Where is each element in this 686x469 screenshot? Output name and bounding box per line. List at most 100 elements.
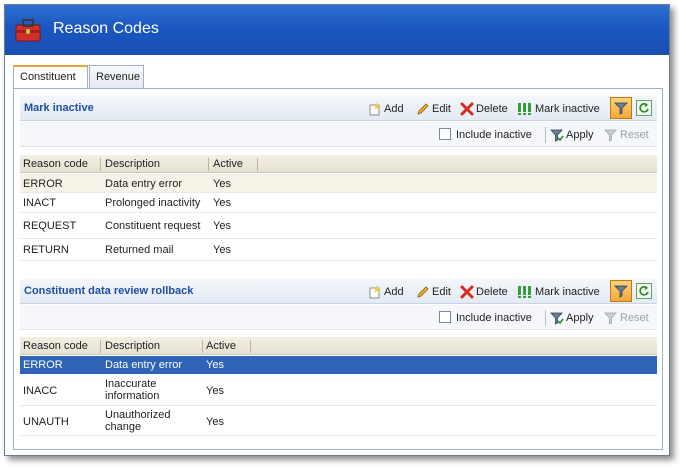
toolbar-separator — [545, 127, 546, 143]
delete-icon — [460, 102, 474, 115]
window-title: Reason Codes — [53, 20, 159, 37]
apply-button[interactable]: Apply — [550, 126, 594, 143]
delete-icon — [460, 285, 474, 298]
column-divider — [250, 340, 251, 353]
reset-button[interactable]: Reset — [604, 309, 649, 326]
refresh-button[interactable] — [636, 100, 652, 116]
table-row-selected[interactable]: ERROR Data entry error Yes — [20, 356, 657, 374]
table-row[interactable]: REQUEST Constituent request Yes — [20, 213, 657, 239]
filter-icon — [614, 285, 628, 298]
add-icon — [369, 101, 381, 115]
delete-button[interactable]: Delete — [460, 100, 508, 117]
apply-filter-icon — [550, 129, 564, 142]
cell-active: Yes — [213, 197, 231, 209]
cell-reason-code: INACT — [23, 197, 56, 209]
add-label: Add — [384, 285, 404, 298]
cell-description-line1: Inaccurate — [105, 378, 157, 390]
cell-description-line1: Unauthorized — [105, 409, 171, 421]
table-row[interactable]: UNAUTH Unauthorized change Yes — [20, 406, 657, 436]
edit-label: Edit — [432, 285, 451, 298]
table-row[interactable]: INACT Prolonged inactivity Yes — [20, 193, 657, 213]
cell-active: Yes — [213, 220, 231, 232]
edit-button[interactable]: Edit — [416, 283, 451, 300]
cell-reason-code: ERROR — [23, 359, 63, 371]
mark-inactive-button[interactable]: Mark inactive — [517, 283, 600, 300]
section-header: Constituent data review rollback Add Edi… — [20, 279, 657, 304]
cell-description: Constituent request — [105, 220, 201, 232]
cell-description-line2: change — [105, 421, 142, 433]
table-row[interactable]: RETURN Returned mail Yes — [20, 239, 657, 261]
mark-inactive-button[interactable]: Mark inactive — [517, 100, 600, 117]
apply-button[interactable]: Apply — [550, 309, 594, 326]
section-header: Mark inactive Add Edit Delete Mark inact… — [20, 96, 657, 121]
add-label: Add — [384, 102, 404, 115]
cell-description: Data entry error — [105, 359, 183, 371]
table-row[interactable]: INACC Inaccurate information Yes — [20, 374, 657, 406]
column-divider — [257, 158, 258, 171]
filter-icon — [614, 102, 628, 115]
filter-toggle-button[interactable] — [610, 280, 632, 302]
mark-inactive-icon — [518, 285, 531, 298]
cell-reason-code: ERROR — [23, 178, 63, 190]
apply-filter-icon — [550, 312, 564, 325]
cell-description: Prolonged inactivity — [105, 197, 201, 209]
cell-description: Data entry error — [105, 178, 183, 190]
grid-header: Reason code Description Active — [20, 155, 657, 173]
filter-toggle-button[interactable] — [610, 97, 632, 119]
reset-filter-icon — [604, 312, 617, 325]
add-button[interactable]: Add — [368, 100, 404, 117]
cell-active: Yes — [213, 244, 231, 256]
cell-reason-code: RETURN — [23, 244, 69, 256]
apply-label: Apply — [566, 311, 594, 324]
cell-reason-code: REQUEST — [23, 220, 77, 232]
section-title: Constituent data review rollback — [24, 285, 194, 297]
column-header-active[interactable]: Active — [206, 340, 236, 352]
mark-inactive-label: Mark inactive — [535, 102, 600, 115]
delete-label: Delete — [476, 102, 508, 115]
grid-header: Reason code Description Active — [20, 337, 657, 355]
edit-button[interactable]: Edit — [416, 100, 451, 117]
refresh-icon — [639, 286, 649, 296]
toolbar-separator — [545, 310, 546, 326]
column-divider — [100, 340, 101, 353]
column-header-active[interactable]: Active — [213, 158, 243, 170]
column-header-description[interactable]: Description — [105, 340, 160, 352]
edit-icon — [417, 285, 429, 298]
toolbox-icon — [15, 19, 41, 42]
cell-reason-code: UNAUTH — [23, 416, 69, 428]
include-inactive-checkbox[interactable] — [439, 128, 451, 140]
filter-bar: Include inactive Apply Reset — [20, 305, 657, 330]
section-mark-inactive: Mark inactive Add Edit Delete Mark inact… — [20, 96, 657, 261]
cell-active: Yes — [206, 385, 224, 397]
column-header-reason-code[interactable]: Reason code — [23, 340, 88, 352]
section-data-review-rollback: Constituent data review rollback Add Edi… — [20, 279, 657, 437]
reset-filter-icon — [604, 129, 617, 142]
cell-description-line2: information — [105, 390, 160, 402]
section-title: Mark inactive — [24, 102, 94, 114]
include-inactive-label: Include inactive — [456, 312, 532, 324]
cell-active: Yes — [206, 416, 224, 428]
tab-revenue[interactable]: Revenue — [89, 65, 144, 88]
refresh-icon — [639, 103, 649, 113]
column-divider — [100, 158, 101, 171]
cell-description: Returned mail — [105, 244, 174, 256]
mark-inactive-label: Mark inactive — [535, 285, 600, 298]
edit-label: Edit — [432, 102, 451, 115]
include-inactive-label: Include inactive — [456, 129, 532, 141]
reset-label: Reset — [620, 311, 649, 324]
refresh-button[interactable] — [636, 283, 652, 299]
tab-constituent[interactable]: Constituent — [13, 65, 88, 89]
title-bar: Reason Codes — [5, 5, 669, 55]
delete-button[interactable]: Delete — [460, 283, 508, 300]
filter-bar: Include inactive Apply Reset — [20, 122, 657, 147]
add-button[interactable]: Add — [368, 283, 404, 300]
apply-label: Apply — [566, 128, 594, 141]
table-row[interactable]: ERROR Data entry error Yes — [20, 174, 657, 193]
column-divider — [202, 340, 203, 353]
include-inactive-checkbox[interactable] — [439, 311, 451, 323]
column-divider — [208, 158, 209, 171]
column-header-description[interactable]: Description — [105, 158, 160, 170]
cell-active: Yes — [206, 359, 224, 371]
column-header-reason-code[interactable]: Reason code — [23, 158, 88, 170]
reset-button[interactable]: Reset — [604, 126, 649, 143]
